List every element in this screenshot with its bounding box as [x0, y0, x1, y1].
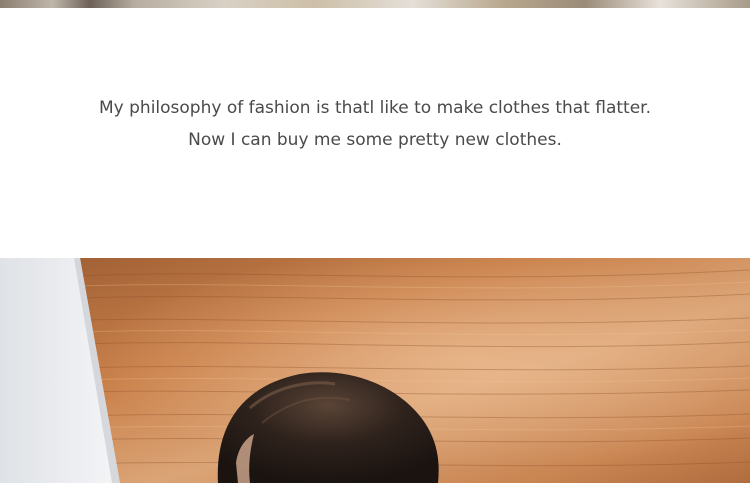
quote-line-1: My philosophy of fashion is thatl like t… [99, 98, 651, 118]
quote-line-2: Now I can buy me some pretty new clothes… [188, 130, 562, 150]
top-photo-strip [0, 0, 750, 8]
fashion-quote: My philosophy of fashion is thatl like t… [0, 92, 750, 156]
model-photo [0, 258, 750, 483]
model-photo-illustration [0, 258, 750, 483]
